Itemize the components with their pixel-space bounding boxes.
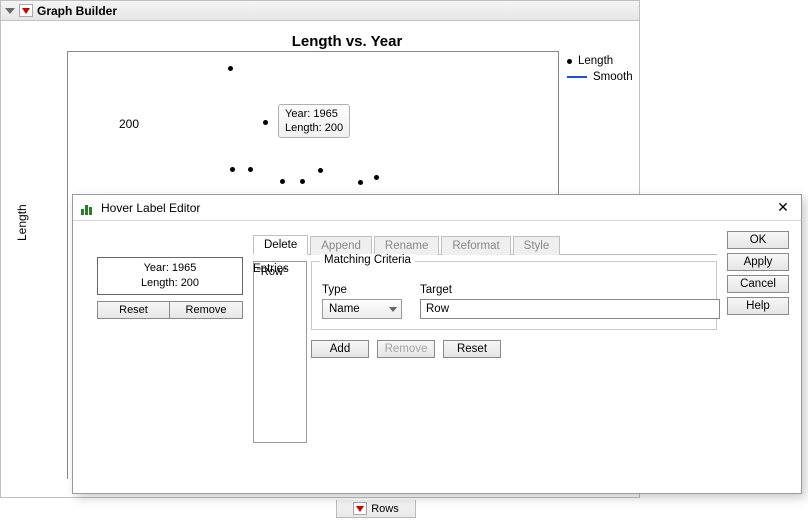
add-button[interactable]: Add [311, 340, 369, 358]
rows-tab[interactable]: Rows [336, 500, 416, 518]
legend-label: Length [578, 55, 613, 67]
entries-item[interactable]: "Row" [257, 266, 303, 278]
chart-title: Length vs. Year [67, 33, 627, 50]
tab-delete[interactable]: Delete [253, 235, 308, 255]
chart-legend: Length Smooth [567, 53, 633, 85]
hover-label-editor-dialog: Hover Label Editor ✕ Year: 1965 Length: … [72, 194, 802, 494]
data-point[interactable] [230, 167, 235, 172]
data-point[interactable] [280, 179, 285, 184]
chevron-down-icon [389, 307, 397, 312]
ok-button[interactable]: OK [727, 231, 789, 249]
type-select-value: Name [329, 303, 360, 315]
preview-line: Year: 1965 [106, 261, 234, 276]
close-icon[interactable]: ✕ [773, 199, 793, 216]
legend-entry[interactable]: Smooth [567, 69, 633, 85]
fieldset-legend: Matching Criteria [320, 254, 415, 266]
data-point[interactable] [248, 167, 253, 172]
legend-label: Smooth [593, 71, 633, 83]
rows-tab-label: Rows [371, 503, 399, 515]
y-axis-label: Length [15, 204, 29, 241]
tab-strip: Delete Append Rename Reformat Style [253, 233, 717, 255]
type-select[interactable]: Name [322, 299, 402, 319]
dialog-title: Hover Label Editor [101, 201, 200, 215]
red-triangle-menu-icon[interactable] [353, 502, 367, 515]
data-point[interactable] [374, 175, 379, 180]
target-input[interactable] [420, 299, 720, 319]
dialog-titlebar[interactable]: Hover Label Editor ✕ [73, 195, 801, 221]
panel-titlebar: Graph Builder [1, 1, 639, 21]
disclosure-icon[interactable] [5, 8, 15, 14]
label-preview: Year: 1965 Length: 200 [97, 257, 243, 295]
data-point[interactable] [228, 66, 233, 71]
type-label: Type [322, 284, 402, 296]
legend-entry[interactable]: Length [567, 53, 633, 69]
tab-reformat[interactable]: Reformat [441, 236, 510, 255]
target-label: Target [420, 284, 720, 296]
legend-line-icon [567, 76, 587, 78]
matching-criteria-group: Matching Criteria Type Name Target [311, 261, 717, 330]
app-icon [81, 201, 95, 215]
legend-dot-icon [567, 59, 572, 64]
data-point[interactable] [318, 168, 323, 173]
help-button[interactable]: Help [727, 297, 789, 315]
tab-append[interactable]: Append [310, 236, 372, 255]
reset-button[interactable]: Reset [97, 301, 170, 319]
data-point[interactable] [263, 120, 268, 125]
hover-tooltip: Year: 1965 Length: 200 [278, 104, 350, 138]
tooltip-line: Length: 200 [285, 121, 343, 135]
reset-entries-button[interactable]: Reset [443, 340, 501, 358]
data-point[interactable] [300, 179, 305, 184]
entries-listbox[interactable]: "Row" [253, 261, 307, 443]
remove-button[interactable]: Remove [170, 301, 243, 319]
red-triangle-menu-icon[interactable] [19, 4, 33, 17]
remove-entry-button: Remove [377, 340, 435, 358]
data-point[interactable] [358, 180, 363, 185]
apply-button[interactable]: Apply [727, 253, 789, 271]
cancel-button[interactable]: Cancel [727, 275, 789, 293]
tab-rename[interactable]: Rename [374, 236, 439, 255]
tooltip-line: Year: 1965 [285, 107, 343, 121]
panel-title: Graph Builder [37, 4, 117, 18]
tab-style[interactable]: Style [513, 236, 561, 255]
preview-line: Length: 200 [106, 276, 234, 291]
